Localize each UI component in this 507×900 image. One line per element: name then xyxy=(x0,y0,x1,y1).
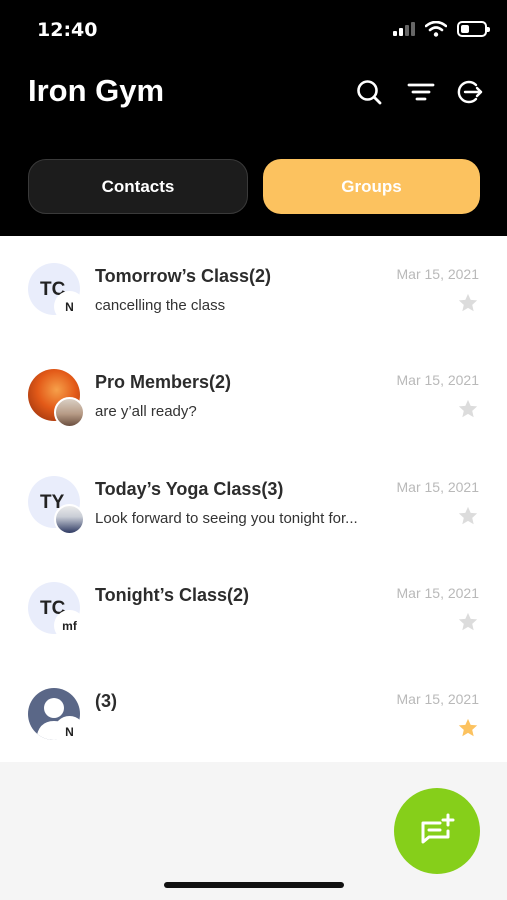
group-list: TC N Tomorrow’s Class(2) cancelling the … xyxy=(0,236,507,762)
message-date: Mar 15, 2021 xyxy=(396,372,480,388)
logout-icon[interactable] xyxy=(455,78,483,106)
star-icon[interactable] xyxy=(457,398,479,420)
member-photo-badge xyxy=(54,504,85,535)
group-title: Today’s Yoga Class(3) xyxy=(95,479,284,499)
status-icons xyxy=(393,21,490,37)
message-date: Mar 15, 2021 xyxy=(396,585,480,601)
wifi-icon xyxy=(425,21,447,37)
battery-icon xyxy=(457,21,490,37)
star-icon[interactable] xyxy=(457,717,479,739)
list-item[interactable]: TC N Tomorrow’s Class(2) cancelling the … xyxy=(0,236,507,342)
new-group-message-button[interactable] xyxy=(394,788,480,874)
search-icon[interactable] xyxy=(355,78,383,106)
group-title: Tonight’s Class(2) xyxy=(95,585,250,605)
group-title: (3) xyxy=(95,691,117,711)
message-preview: Look forward to seeing you tonight for..… xyxy=(95,510,358,527)
star-icon[interactable] xyxy=(457,292,479,314)
member-photo-badge xyxy=(54,397,85,428)
member-badge: N xyxy=(54,716,85,747)
status-time: 12:40 xyxy=(37,19,98,41)
member-badge: mf xyxy=(54,610,85,641)
home-indicator xyxy=(164,882,344,888)
group-title: Pro Members(2) xyxy=(95,372,232,392)
star-icon[interactable] xyxy=(457,505,479,527)
tab-groups[interactable]: Groups xyxy=(263,159,480,214)
app-header: 12:40 Iron Gym Contacts Groups xyxy=(0,0,507,236)
member-badge: N xyxy=(54,291,85,322)
message-date: Mar 15, 2021 xyxy=(396,266,480,282)
list-item[interactable]: Pro Members(2) are y’all ready? Mar 15, … xyxy=(0,342,507,448)
new-message-icon xyxy=(421,813,455,844)
list-item[interactable]: N (3) Mar 15, 2021 xyxy=(0,661,507,767)
list-item[interactable]: TY Today’s Yoga Class(3) Look forward to… xyxy=(0,449,507,555)
message-date: Mar 15, 2021 xyxy=(396,479,480,495)
star-icon[interactable] xyxy=(457,611,479,633)
page-title: Iron Gym xyxy=(28,73,165,108)
tab-contacts[interactable]: Contacts xyxy=(28,159,248,214)
filter-icon[interactable] xyxy=(407,78,435,106)
list-item[interactable]: TC mf Tonight’s Class(2) Mar 15, 2021 xyxy=(0,555,507,661)
message-preview: cancelling the class xyxy=(95,297,226,314)
message-date: Mar 15, 2021 xyxy=(396,691,480,707)
message-preview: are y’all ready? xyxy=(95,403,197,420)
group-title: Tomorrow’s Class(2) xyxy=(95,266,272,286)
signal-icon xyxy=(393,22,415,36)
